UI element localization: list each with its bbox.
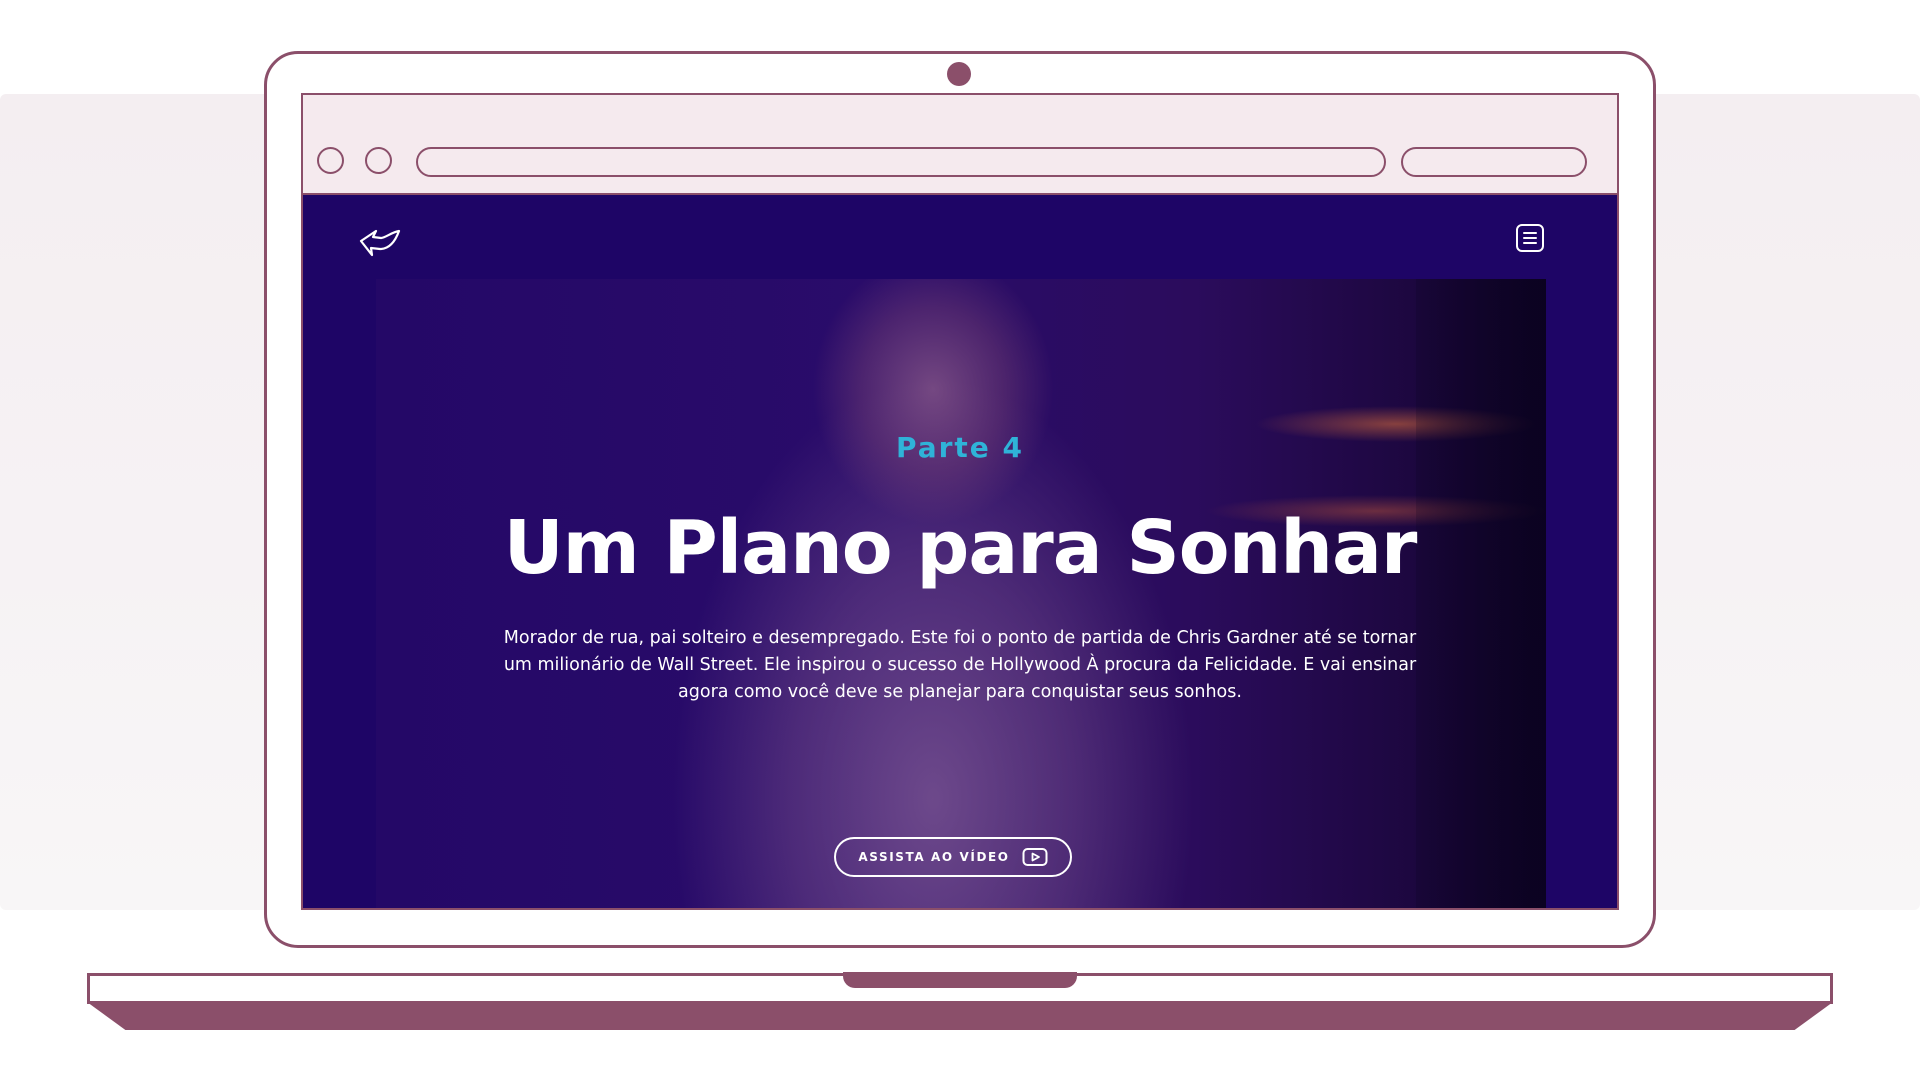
address-bar[interactable]: [416, 147, 1386, 177]
browser-search-bar[interactable]: [1401, 147, 1587, 177]
laptop-screen: Parte 4 Um Plano para Sonhar Morador de …: [301, 93, 1619, 910]
browser-toolbar: [303, 95, 1617, 195]
hero-description: Morador de rua, pai solteiro e desempreg…: [503, 628, 1417, 702]
part-label: Parte 4: [895, 431, 1025, 464]
laptop-bottom-edge: [87, 1002, 1833, 1030]
watch-video-button[interactable]: ASSISTA AO VÍDEO: [834, 837, 1072, 877]
mockup-stage: Parte 4 Um Plano para Sonhar Morador de …: [0, 0, 1920, 1080]
website-hero-section: Parte 4 Um Plano para Sonhar Morador de …: [303, 195, 1617, 908]
webcam-dot: [947, 62, 971, 86]
window-control-dot-1[interactable]: [317, 147, 344, 174]
hero-background-photo: [376, 279, 1546, 908]
back-arrow-icon[interactable]: [359, 225, 401, 261]
laptop-hinge-notch: [843, 972, 1077, 988]
watch-video-label: ASSISTA AO VÍDEO: [858, 850, 1010, 864]
menu-icon[interactable]: [1515, 223, 1545, 253]
hero-title: Um Plano para Sonhar: [503, 505, 1418, 591]
window-control-dot-2[interactable]: [365, 147, 392, 174]
play-video-icon: [1022, 848, 1048, 866]
